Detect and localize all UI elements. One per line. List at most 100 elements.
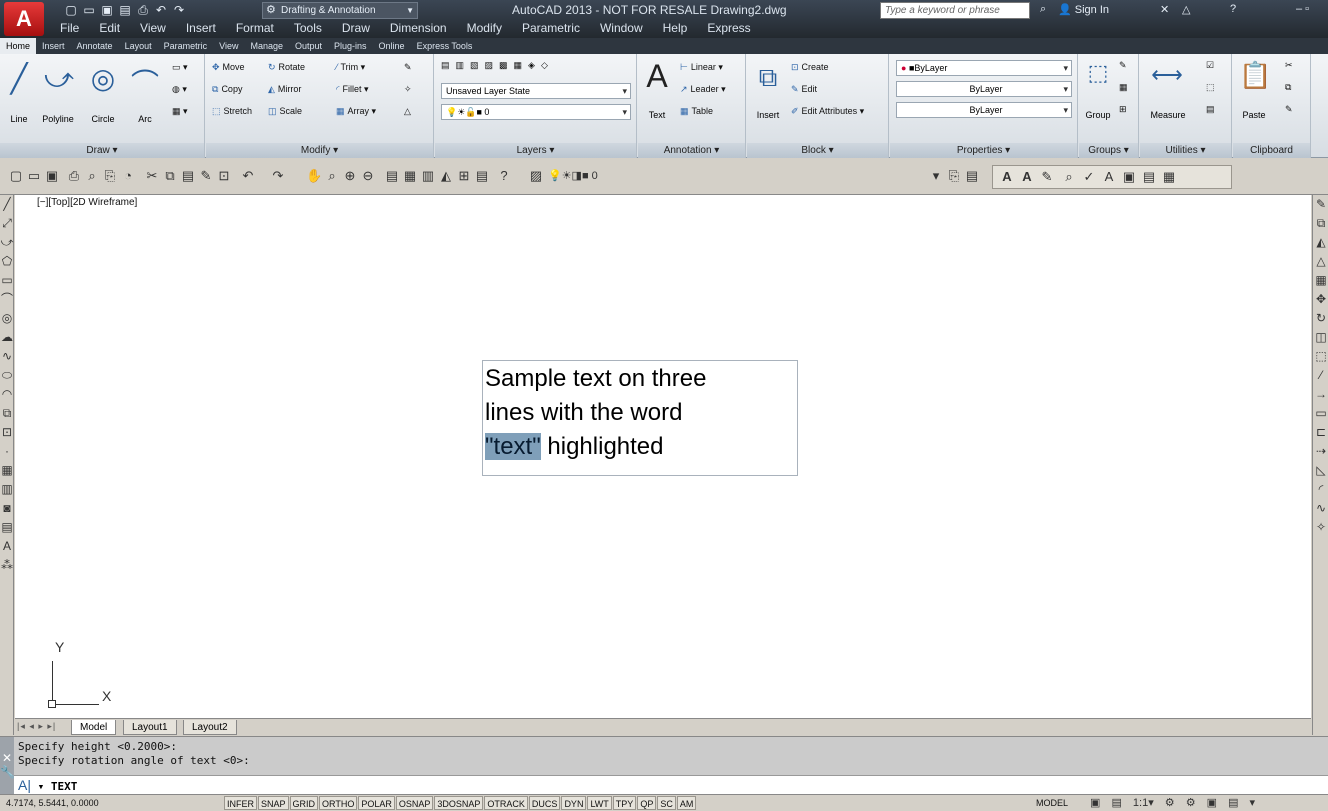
table-icon[interactable]: ▤ (0, 518, 14, 537)
line-icon[interactable]: ╱ (4, 62, 34, 95)
tab-manage[interactable]: Manage (244, 38, 289, 54)
measure-button[interactable]: Measure (1146, 110, 1190, 120)
layer-properties-icon[interactable]: ▨ (528, 168, 544, 184)
edit-text-icon[interactable]: ✎ (1039, 169, 1055, 185)
3d-dwf-icon[interactable]: ◔ (120, 168, 136, 184)
stretch-icon[interactable]: ⬚ (1313, 347, 1328, 366)
make-current-icon[interactable]: ▾ (928, 168, 944, 184)
ungroup-icon[interactable]: ✎ (1119, 60, 1127, 71)
annotation-scale[interactable]: 1:1 (1133, 797, 1148, 809)
tab-output[interactable]: Output (289, 38, 328, 54)
command-input[interactable]: A| ▾ TEXT (14, 775, 1328, 795)
arc-icon[interactable]: ⌒ (0, 290, 14, 309)
ellipse-icon[interactable]: ⬭ (0, 366, 14, 385)
menu-tools[interactable]: Tools (294, 20, 322, 37)
layer-state-dropdown[interactable]: Unsaved Layer State (441, 83, 631, 99)
exchange-icon[interactable]: ✕ (1160, 3, 1169, 16)
binoculars-icon[interactable]: ⌕ (1040, 3, 1046, 16)
spell-check-icon[interactable]: ✓ (1081, 169, 1097, 185)
toggle-polar[interactable]: POLAR (358, 796, 395, 810)
toggle-tpy[interactable]: TPY (612, 796, 637, 810)
add-selected-icon[interactable]: ⁂ (0, 556, 14, 575)
point-icon[interactable]: · (0, 442, 14, 461)
hatch-icon[interactable]: ▦ (0, 461, 14, 480)
fillet-icon[interactable]: ◜ (1313, 480, 1328, 499)
block-panel-title[interactable]: Block ▾ (747, 143, 888, 158)
layers-panel-title[interactable]: Layers ▾ (435, 143, 636, 158)
trim-button[interactable]: ⁄ Trim ▾ (336, 62, 365, 73)
toggle-3dosnap[interactable]: 3DOSNAP (434, 796, 484, 810)
toolbar-layer-dropdown[interactable]: 💡☀◨■ 0 (548, 168, 658, 184)
plot-icon[interactable]: ⎙ (66, 168, 82, 184)
quickcalc-icon[interactable]: ▤ (474, 168, 490, 184)
publish-icon[interactable]: ⎘ (102, 168, 118, 184)
measure-icon[interactable]: ⟷ (1150, 62, 1184, 88)
menu-format[interactable]: Format (236, 20, 274, 37)
toggle-ortho[interactable]: ORTHO (319, 796, 358, 810)
edit-block-button[interactable]: ✎ Edit (791, 84, 817, 95)
plot-preview-icon[interactable]: ⌕ (84, 168, 100, 184)
status-tray-icons[interactable]: ▣ ▤ 1:1▾ ⚙ ⚙ ▣ ▤ ▾ (1090, 796, 1259, 809)
color-dropdown[interactable]: ● ■ByLayer (896, 60, 1072, 76)
scale-button[interactable]: ◫ Scale (268, 106, 302, 117)
offset-icon[interactable]: △ (404, 106, 411, 117)
model-space-button[interactable]: MODEL (1036, 798, 1068, 808)
construction-line-icon[interactable]: ⤢ (0, 214, 14, 233)
tool-palettes-icon[interactable]: ▥ (420, 168, 436, 184)
tab-parametric[interactable]: Parametric (158, 38, 214, 54)
create-block-button[interactable]: ⊡ Create (791, 62, 829, 73)
rotate-button[interactable]: ↻ Rotate (268, 62, 305, 73)
undo-icon[interactable]: ↶ (240, 168, 256, 184)
erase-icon[interactable]: ✎ (1313, 195, 1328, 214)
group-button[interactable]: Group (1079, 110, 1117, 120)
toggle-snap[interactable]: SNAP (258, 796, 289, 810)
gradient-icon[interactable]: ▥ (0, 480, 14, 499)
trim-icon[interactable]: ⁄ (1313, 366, 1328, 385)
layer-tools-icon[interactable]: ▤▥▧▨▩▦◈◇ (441, 60, 554, 71)
select-all-icon[interactable]: ⬚ (1206, 82, 1215, 93)
layer-previous-icon[interactable]: ⎘ (946, 168, 962, 184)
block-editor-icon[interactable]: ⊡ (216, 168, 232, 184)
rotate-icon[interactable]: ↻ (1313, 309, 1328, 328)
break-icon[interactable]: ⊏ (1313, 423, 1328, 442)
toggle-lwt[interactable]: LWT (587, 796, 612, 810)
mirror-button[interactable]: ◭ Mirror (268, 84, 301, 95)
properties-icon[interactable]: ▤ (384, 168, 400, 184)
array-button[interactable]: ▦ Array ▾ (336, 106, 376, 117)
move-button[interactable]: ✥ Move (212, 62, 245, 73)
clipboard-panel-title[interactable]: Clipboard (1233, 143, 1310, 158)
convert-text-icon[interactable]: ▤ (1141, 169, 1157, 185)
toggle-grid[interactable]: GRID (289, 796, 319, 810)
groups-panel-title[interactable]: Groups ▾ (1079, 143, 1138, 158)
redo-icon[interactable]: ↷ (270, 168, 286, 184)
table-button[interactable]: ▦ Table (680, 106, 713, 117)
application-menu-button[interactable]: A (4, 2, 44, 36)
break-at-point-icon[interactable]: ▭ (1313, 404, 1328, 423)
group-select-icon[interactable]: ⊞ (1119, 104, 1127, 115)
fillet-button[interactable]: ◜ Fillet ▾ (336, 84, 369, 95)
toggle-dyn[interactable]: DYN (561, 796, 587, 810)
menu-help[interactable]: Help (663, 20, 688, 37)
match-properties-icon[interactable]: ✎ (198, 168, 214, 184)
save-icon[interactable]: ▣ (100, 3, 114, 17)
tab-navigation-arrows[interactable]: |◂ ◂ ▸ ▸| (17, 721, 56, 732)
draw-panel-title[interactable]: Draw ▾ (0, 143, 204, 158)
cut-icon[interactable]: ✂ (144, 168, 160, 184)
cut-icon[interactable]: ✂ (1285, 60, 1293, 71)
find-text-icon[interactable]: ⌕ (1061, 169, 1077, 185)
drawing-area[interactable]: [−][Top][2D Wireframe] Sample text on th… (15, 195, 1311, 718)
toggle-qp[interactable]: QP (637, 796, 657, 810)
tab-express-tools[interactable]: Express Tools (411, 38, 479, 54)
search-input[interactable]: Type a keyword or phrase (880, 2, 1030, 19)
ellipse-arc-icon[interactable]: ◠ (0, 385, 14, 404)
explode-icon[interactable]: ✧ (1313, 518, 1328, 537)
circle-icon[interactable]: ◎ (86, 62, 120, 95)
stretch-button[interactable]: ⬚ Stretch (212, 106, 252, 117)
erase-icon[interactable]: ✎ (404, 62, 412, 73)
tab-layout1[interactable]: Layout1 (123, 720, 177, 735)
copy-button[interactable]: ⧉ Copy (212, 84, 242, 95)
zoom-realtime-icon[interactable]: ⌕ (324, 168, 340, 184)
modify-panel-title[interactable]: Modify ▾ (206, 143, 433, 158)
polygon-icon[interactable]: ⬠ (0, 252, 14, 271)
text-style-icon[interactable]: A (999, 169, 1015, 185)
